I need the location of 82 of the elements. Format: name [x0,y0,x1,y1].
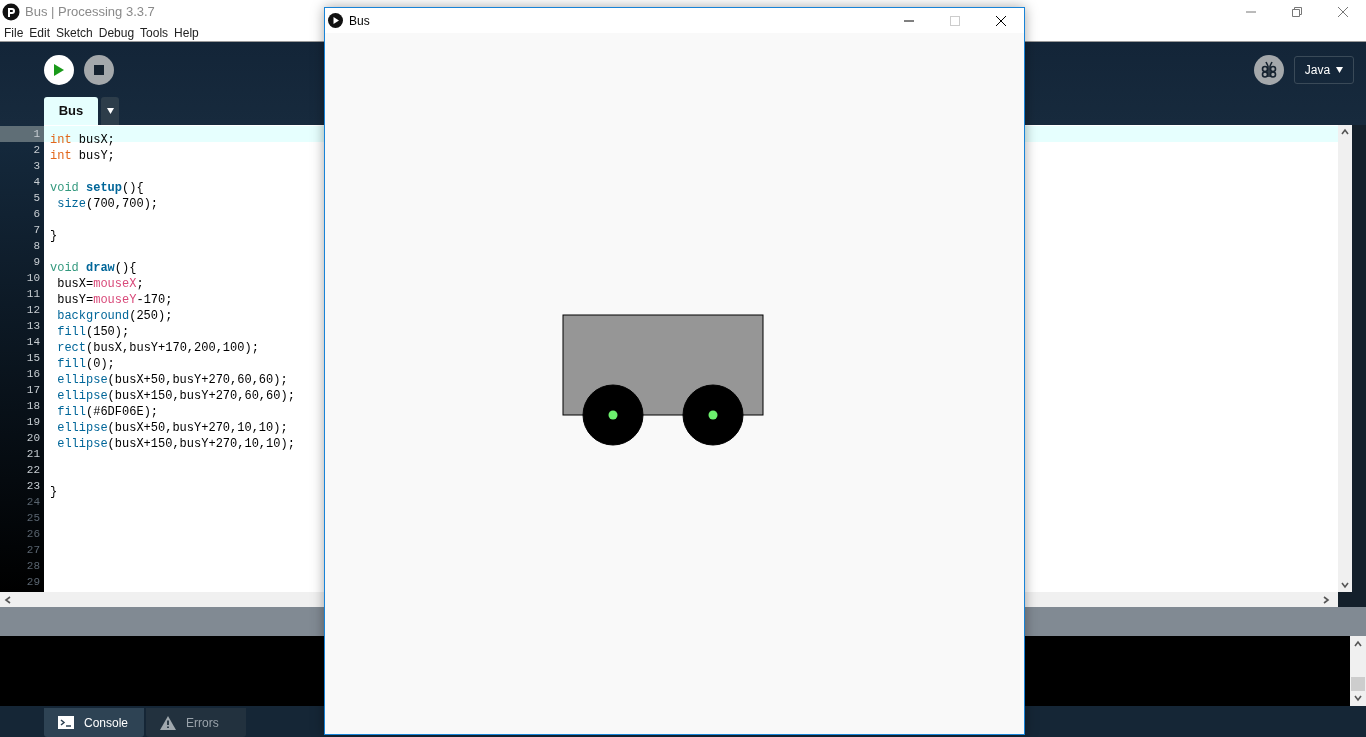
code-line: ellipse(busX+50,busY+270,60,60); [56,373,288,387]
line-number: 5 [32,191,41,206]
sketch-tab[interactable]: Bus [44,97,98,125]
debug-button[interactable] [1254,55,1284,85]
line-number: 18 [25,399,41,414]
code-line: void setup(){ [50,181,144,195]
line-number: 9 [32,255,41,270]
line-number: 2 [32,143,41,158]
code-line: size(700,700); [56,197,159,211]
line-number: 17 [25,383,41,398]
line-number: 24 [25,495,41,510]
restore-icon[interactable] [1291,6,1303,18]
line-number: 16 [25,367,41,382]
code-line: ellipse(busX+50,busY+270,10,10); [56,421,288,435]
code-line: } [50,229,58,243]
play-icon [53,63,65,77]
stop-icon [94,65,104,75]
line-number: 3 [32,159,41,174]
scroll-down-icon[interactable] [1353,693,1363,703]
code-line: fill(150); [56,325,130,339]
line-number: 28 [25,559,41,574]
butterfly-icon [1261,61,1277,79]
terminal-icon [58,716,74,729]
line-number: 26 [25,527,41,542]
window-title: Bus [349,12,370,30]
line-number: 20 [25,431,41,446]
scroll-up-icon[interactable] [1340,127,1350,137]
menu-item[interactable]: Edit [29,23,51,42]
menu-item[interactable]: Debug [98,23,135,42]
console-tab[interactable]: Console [44,708,144,737]
menu-item[interactable]: Sketch [56,23,93,42]
scroll-up-icon[interactable] [1353,639,1363,649]
caret-icon [1336,67,1344,73]
line-number: 29 [25,575,41,590]
line-number: 11 [25,287,41,302]
code-line: fill(0); [56,357,115,371]
tab-menu-button[interactable] [101,97,119,125]
code-line: ellipse(busX+150,busY+270,10,10); [56,437,295,451]
line-number: 22 [25,463,41,478]
vertical-scrollbar[interactable] [1338,125,1352,592]
play-icon [328,13,343,28]
run-button[interactable] [44,55,74,85]
code-line: ellipse(busX+150,busY+270,60,60); [56,389,295,403]
caret-icon [106,108,114,114]
menu-item[interactable]: Tools [140,23,169,42]
scrollbar-thumb[interactable] [1351,677,1365,691]
code-line: fill(#6DF06E); [56,405,159,419]
line-number: 6 [32,207,41,222]
code-line: int busX; [50,133,115,147]
scroll-left-icon[interactable] [3,594,13,605]
line-number: 23 [25,479,41,494]
close-icon[interactable] [995,14,1007,27]
line-number: 1 [32,127,41,142]
menu-item[interactable]: File [4,23,24,42]
console-scrollbar[interactable] [1350,636,1366,706]
window-title: Bus | Processing 3.3.7 [25,3,155,22]
code-line: rect(busX,busY+170,200,100); [56,341,259,355]
mode-dropdown[interactable]: Java [1294,56,1354,84]
scroll-right-icon[interactable] [1321,594,1331,605]
scroll-down-icon[interactable] [1340,580,1350,590]
line-number: 15 [25,351,41,366]
line-number: 19 [25,415,41,430]
code-line: void draw(){ [50,261,137,275]
line-number: 12 [25,303,41,318]
stop-button[interactable] [84,55,114,85]
line-number: 14 [25,335,41,350]
code-line: int busY; [50,149,115,163]
code-line: background(250); [56,309,173,323]
code-line: busX=mouseX; [56,277,144,291]
line-number: 27 [25,543,41,558]
line-number: 21 [25,447,41,462]
line-number: 8 [32,239,41,254]
line-number: 4 [32,175,41,190]
console-tab[interactable]: Errors [146,708,246,737]
code-line: busY=mouseY-170; [56,293,173,307]
warning-icon [160,715,176,730]
line-number: 25 [25,511,41,526]
line-number: 7 [32,223,41,238]
code-line: } [50,485,58,499]
menu-item[interactable]: Help [174,23,199,42]
line-number: 13 [25,319,41,334]
line-number: 10 [25,271,41,286]
